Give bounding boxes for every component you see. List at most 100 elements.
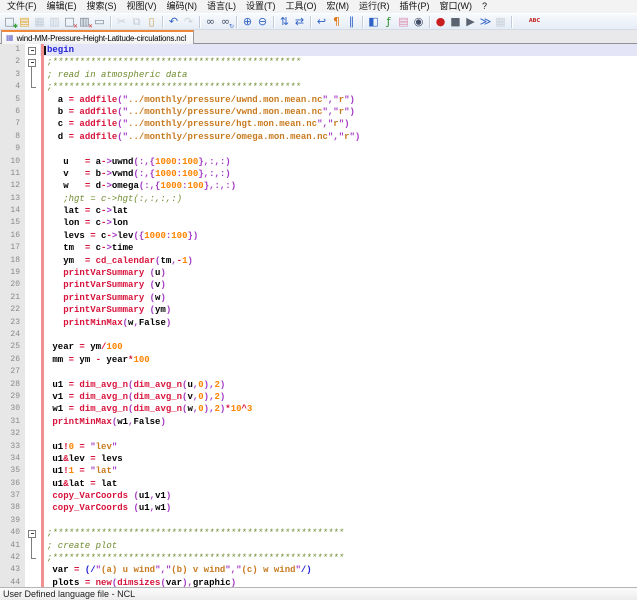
fold-marker	[25, 354, 40, 366]
code-line-text[interactable]: plots = new(dimsizes(var),graphic)	[40, 577, 637, 587]
paste-icon[interactable]: ▯	[144, 14, 159, 29]
menu-item-macro[interactable]: 宏(M)	[322, 0, 355, 13]
code-line-text[interactable]: levs = c->lev({1000:100})	[40, 230, 637, 242]
menu-item-view[interactable]: 视图(V)	[122, 0, 162, 13]
code-line-text[interactable]: printMinMax(w,False)	[40, 317, 637, 329]
code-line-text[interactable]: a = addfile("../monthly/pressure/uwnd.mo…	[40, 94, 637, 106]
zoom-out-icon[interactable]: ⊖	[255, 14, 270, 29]
code-editor[interactable]: 1begin2;********************************…	[0, 44, 637, 587]
code-line: 8 d = addfile("../monthly/pressure/omega…	[0, 131, 637, 143]
code-line-text[interactable]: lon = c->lon	[40, 217, 637, 229]
code-line: 25 year = ym/100	[0, 341, 637, 353]
code-line-text[interactable]: ;***************************************…	[40, 527, 637, 539]
menu-item-encoding[interactable]: 编码(N)	[162, 0, 203, 13]
macro-play-icon[interactable]: ▶	[463, 14, 478, 29]
code-line-text[interactable]: ; read in atmospheric data	[40, 69, 637, 81]
code-line-text[interactable]: printVarSummary (v)	[40, 279, 637, 291]
code-line-text[interactable]	[40, 428, 637, 440]
menu-item-window[interactable]: 窗口(W)	[435, 0, 478, 13]
code-line-text[interactable]: w = d->omega(:,{1000:100},:,:)	[40, 180, 637, 192]
macro-record-icon[interactable]: ●	[433, 14, 448, 29]
spell-check-icon[interactable]: ABC	[527, 14, 542, 29]
code-line-text[interactable]: year = ym/100	[40, 341, 637, 353]
code-line-text[interactable]	[40, 329, 637, 341]
monitoring-icon[interactable]: ◉	[411, 14, 426, 29]
code-line-text[interactable]: ;***************************************…	[40, 552, 637, 564]
menu-item-language[interactable]: 语言(L)	[202, 0, 241, 13]
menu-item-plugins[interactable]: 插件(P)	[395, 0, 435, 13]
show-all-characters-icon[interactable]: ¶	[329, 14, 344, 29]
code-line-text[interactable]	[40, 515, 637, 527]
sync-vertical-scroll-icon[interactable]: ⇅	[277, 14, 292, 29]
code-line-text[interactable]: ;***************************************…	[40, 56, 637, 68]
code-line-text[interactable]: u1!0 = "lev"	[40, 441, 637, 453]
sync-horizontal-scroll-icon[interactable]: ⇄	[292, 14, 307, 29]
menu-item-tools[interactable]: 工具(O)	[281, 0, 322, 13]
fold-marker	[25, 106, 40, 118]
code-line-text[interactable]: u1&lev = levs	[40, 453, 637, 465]
code-line-text[interactable]: ;***************************************…	[40, 81, 637, 93]
code-line-text[interactable]: printMinMax(w1,False)	[40, 416, 637, 428]
code-line-text[interactable]	[40, 143, 637, 155]
menu-item-file[interactable]: 文件(F)	[2, 0, 42, 13]
code-line-text[interactable]: d = addfile("../monthly/pressure/omega.m…	[40, 131, 637, 143]
code-line-text[interactable]: b = addfile("../monthly/pressure/vwnd.mo…	[40, 106, 637, 118]
code-line-text[interactable]: printVarSummary (ym)	[40, 304, 637, 316]
fold-marker[interactable]	[25, 527, 40, 539]
code-line-text[interactable]: u = a->uwnd(:,{1000:100},:,:)	[40, 156, 637, 168]
code-line-text[interactable]: printVarSummary (u)	[40, 267, 637, 279]
word-wrap-icon[interactable]: ↩	[314, 14, 329, 29]
code-line-text[interactable]: copy_VarCoords (u1,v1)	[40, 490, 637, 502]
code-line-text[interactable]: c = addfile("../monthly/pressure/hgt.mon…	[40, 118, 637, 130]
code-line: 27	[0, 366, 637, 378]
code-line-text[interactable]: u1!1 = "lat"	[40, 465, 637, 477]
code-line-text[interactable]: ; create plot	[40, 540, 637, 552]
code-line-text[interactable]: v1 = dim_avg_n(dim_avg_n(v,0),2)	[40, 391, 637, 403]
fold-marker[interactable]	[25, 56, 40, 68]
menu-item-edit[interactable]: 编辑(E)	[42, 0, 82, 13]
code-line: 43 var = (/"(a) u wind","(b) v wind","(c…	[0, 564, 637, 576]
code-line: 6 b = addfile("../monthly/pressure/vwnd.…	[0, 106, 637, 118]
zoom-in-icon[interactable]: ⊕	[240, 14, 255, 29]
document-map-icon[interactable]: ◧	[366, 14, 381, 29]
code-line-text[interactable]: ym = cd_calendar(tm,-1)	[40, 255, 637, 267]
indent-guide-icon[interactable]: ∥	[344, 14, 359, 29]
fold-marker[interactable]	[25, 44, 40, 56]
undo-icon[interactable]: ↶	[166, 14, 181, 29]
fold-marker	[25, 366, 40, 378]
code-line-text[interactable]: ;hgt = c->hgt(:,:,:,:)	[40, 193, 637, 205]
open-folder-icon[interactable]: ▤	[17, 14, 32, 29]
code-line-text[interactable]: var = (/"(a) u wind","(b) v wind","(c) w…	[40, 564, 637, 576]
code-line-text[interactable]: mm = ym - year*100	[40, 354, 637, 366]
fold-marker	[25, 118, 40, 130]
close-icon[interactable]: □✕	[62, 14, 77, 29]
code-line: 44 plots = new(dimsizes(var),graphic)	[0, 577, 637, 587]
code-line-text[interactable]: copy_VarCoords (u1,w1)	[40, 502, 637, 514]
fold-marker	[25, 379, 40, 391]
code-line-text[interactable]: tm = c->time	[40, 242, 637, 254]
code-line-text[interactable]: lat = c->lat	[40, 205, 637, 217]
code-line-text[interactable]: u1 = dim_avg_n(dim_avg_n(u,0),2)	[40, 379, 637, 391]
tab-active-file[interactable]: ▦ wind-MM-Pressure-Height-Latitude-circu…	[1, 30, 194, 44]
folder-as-workspace-icon[interactable]: ▤	[396, 14, 411, 29]
code-line-text[interactable]: v = b->vwnd(:,{1000:100},:,:)	[40, 168, 637, 180]
menu-item-run[interactable]: 运行(R)	[354, 0, 395, 13]
find-icon[interactable]: ∞	[203, 14, 218, 29]
new-file-icon[interactable]: □✱	[2, 14, 17, 29]
macro-stop-icon[interactable]: ■	[448, 14, 463, 29]
menu-item-settings[interactable]: 设置(T)	[241, 0, 281, 13]
status-language-label: User Defined language file - NCL	[3, 589, 135, 599]
function-list-icon[interactable]: ƒ	[381, 14, 396, 29]
close-all-icon[interactable]: ▥✕	[77, 14, 92, 29]
print-icon[interactable]: ▭	[92, 14, 107, 29]
code-line-text[interactable]: w1 = dim_avg_n(dim_avg_n(w,0),2)*10^3	[40, 403, 637, 415]
code-line-text[interactable]: u1&lat = lat	[40, 478, 637, 490]
line-number: 30	[0, 403, 25, 415]
macro-run-multiple-icon[interactable]: ≫	[478, 14, 493, 29]
code-line-text[interactable]: printVarSummary (w)	[40, 292, 637, 304]
find-replace-icon[interactable]: ∞↻	[218, 14, 233, 29]
code-line-text[interactable]: begin	[40, 44, 637, 56]
menu-item-help[interactable]: ?	[477, 0, 492, 13]
menu-item-search[interactable]: 搜索(S)	[82, 0, 122, 13]
code-line-text[interactable]	[40, 366, 637, 378]
